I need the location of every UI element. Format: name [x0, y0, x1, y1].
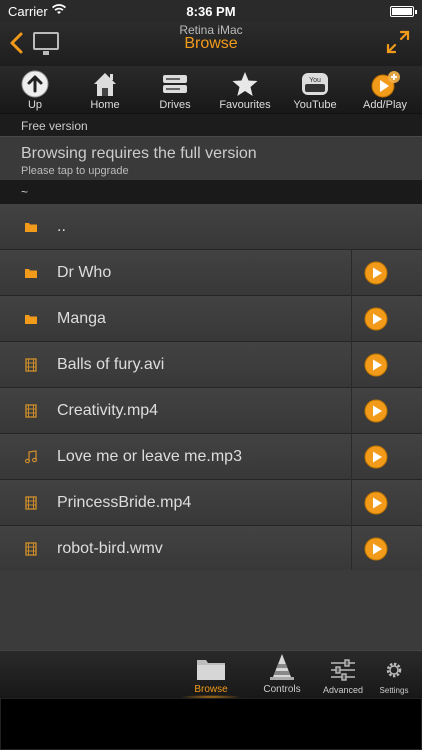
tab-controls-label: Controls: [263, 684, 301, 695]
tab-browse-label: Browse: [194, 684, 228, 695]
toolbar-add-play-label: Add/Play: [362, 99, 408, 111]
folder-icon: [196, 657, 226, 686]
home-icon: [91, 70, 119, 98]
file-name: PrincessBride.mp4: [57, 494, 192, 511]
row-divider: [351, 250, 352, 296]
film-icon: [24, 404, 38, 418]
play-button[interactable]: [364, 537, 388, 561]
tab-advanced-label: Advanced: [322, 685, 364, 695]
drive-icon: [161, 70, 189, 98]
cone-icon: [269, 653, 295, 686]
toolbar-drives-label: Drives: [159, 99, 191, 111]
tab-controls[interactable]: Controls: [252, 651, 312, 699]
row-divider: [351, 526, 352, 572]
battery-icon: [390, 6, 417, 17]
film-icon: [24, 542, 38, 556]
list-item[interactable]: PrincessBride.mp4: [0, 480, 422, 526]
toolbar-youtube-label: YouTube: [293, 99, 337, 111]
row-divider: [351, 342, 352, 388]
play-button[interactable]: [364, 491, 388, 515]
add-play-icon: [371, 70, 400, 98]
expand-icon[interactable]: [384, 28, 412, 56]
browse-toolbar: Up Home Drives Favourites You YouTube Ad…: [0, 66, 422, 114]
up-arrow-icon: [21, 70, 49, 98]
sliders-icon: [330, 659, 356, 686]
play-button[interactable]: [364, 261, 388, 285]
file-name: Dr Who: [57, 264, 112, 281]
tab-bar: Browse Controls Advanced Settings: [0, 650, 422, 699]
file-name: Creativity.mp4: [57, 402, 159, 419]
list-item[interactable]: ..: [0, 204, 422, 250]
free-version-header: Free version: [0, 114, 422, 136]
toolbar-drives-button[interactable]: Drives: [140, 66, 210, 114]
list-item[interactable]: Love me or leave me.mp3: [0, 434, 422, 480]
tab-browse[interactable]: Browse: [180, 651, 242, 699]
toolbar-favourites-label: Favourites: [219, 99, 271, 111]
status-bar: Carrier 8:36 PM: [0, 0, 422, 22]
file-name: ..: [57, 218, 66, 235]
upgrade-title: Browsing requires the full version: [21, 145, 257, 162]
toolbar-home-button[interactable]: Home: [70, 66, 140, 114]
tab-settings[interactable]: Settings: [372, 651, 416, 699]
toolbar-home-label: Home: [90, 99, 120, 111]
folder-icon: [24, 266, 38, 280]
list-item[interactable]: robot-bird.wmv: [0, 526, 422, 572]
star-icon: [231, 70, 259, 98]
tab-advanced[interactable]: Advanced: [318, 651, 368, 699]
bottom-panel: [0, 698, 422, 750]
film-icon: [24, 358, 38, 372]
folder-icon: [24, 312, 38, 326]
file-name: Manga: [57, 310, 106, 327]
gear-icon: [384, 660, 404, 685]
file-list: .. Dr Who Manga Balls of fury.avi Creati…: [0, 204, 422, 572]
file-name: Balls of fury.avi: [57, 356, 165, 373]
row-divider: [351, 434, 352, 480]
play-button[interactable]: [364, 307, 388, 331]
list-empty-area: [0, 570, 422, 650]
toolbar-favourites-button[interactable]: Favourites: [210, 66, 280, 114]
list-item[interactable]: Manga: [0, 296, 422, 342]
toolbar-add-play-button[interactable]: Add/Play: [350, 66, 420, 114]
toolbar-youtube-button[interactable]: You YouTube: [280, 66, 350, 114]
youtube-icon: You: [301, 70, 329, 98]
status-time: 8:36 PM: [186, 4, 236, 19]
row-divider: [351, 388, 352, 434]
music-note-icon: [24, 450, 38, 464]
file-name: robot-bird.wmv: [57, 540, 163, 557]
play-button[interactable]: [364, 353, 388, 377]
row-divider: [351, 296, 352, 342]
current-path: ~: [0, 180, 422, 204]
toolbar-up-button[interactable]: Up: [0, 66, 70, 114]
toolbar-up-label: Up: [27, 99, 43, 111]
list-item[interactable]: Dr Who: [0, 250, 422, 296]
list-item[interactable]: Balls of fury.avi: [0, 342, 422, 388]
list-item[interactable]: Creativity.mp4: [0, 388, 422, 434]
file-name: Love me or leave me.mp3: [57, 448, 242, 465]
play-button[interactable]: [364, 399, 388, 423]
play-button[interactable]: [364, 445, 388, 469]
upgrade-subtitle: Please tap to upgrade: [21, 165, 129, 177]
film-icon: [24, 496, 38, 510]
row-divider: [351, 480, 352, 526]
folder-icon: [24, 220, 38, 234]
navigation-bar: Retina iMac Browse: [0, 22, 422, 66]
svg-text:You: You: [309, 77, 321, 84]
nav-title: Browse: [184, 35, 238, 52]
tab-settings-label: Settings: [379, 686, 409, 695]
upgrade-banner[interactable]: Browsing requires the full version Pleas…: [0, 136, 422, 180]
